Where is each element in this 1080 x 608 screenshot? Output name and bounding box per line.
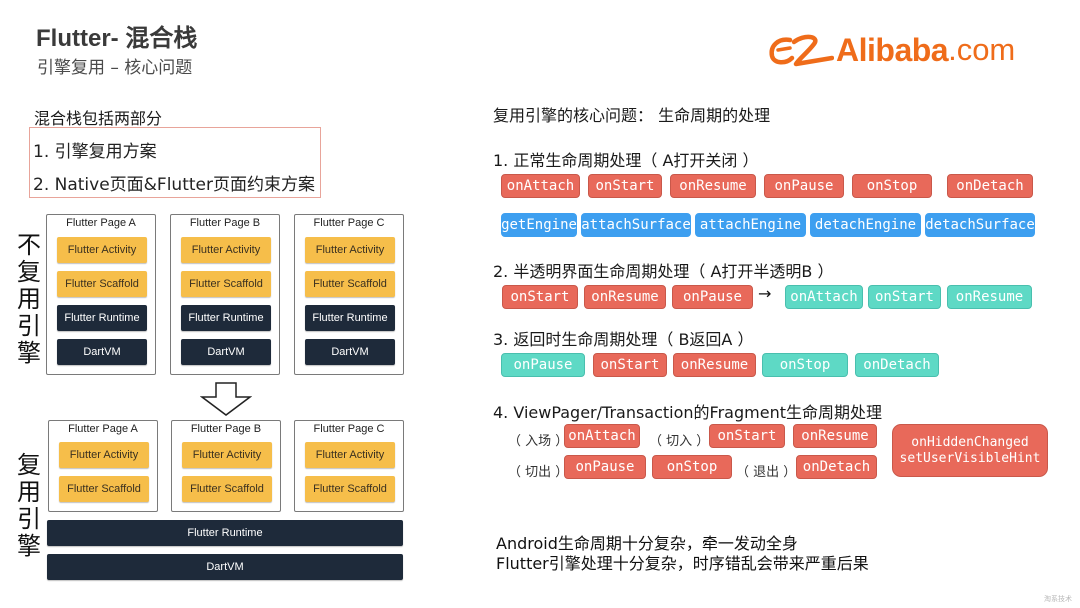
engine-chip: detachSurface xyxy=(925,213,1035,237)
layer-runtime: Flutter Runtime xyxy=(305,305,395,331)
layer-activity: Flutter Activity xyxy=(182,442,272,468)
label-char: 擎 xyxy=(17,532,41,560)
lifecycle-chip: onResume xyxy=(947,285,1032,309)
page-title: Flutter Page C xyxy=(313,217,385,229)
lifecycle-chip: onStop xyxy=(652,455,732,479)
slide-title: Flutter- 混合栈 xyxy=(36,25,198,52)
engine-chip: attachSurface xyxy=(581,213,691,237)
shared-dartvm: DartVM xyxy=(47,554,403,580)
layer-activity: Flutter Activity xyxy=(57,237,147,263)
page-title: Flutter Page A xyxy=(66,217,136,229)
label-char: 不 xyxy=(17,231,41,259)
shared-runtime: Flutter Runtime xyxy=(47,520,403,546)
label-char: 用 xyxy=(17,285,41,313)
logo-tld: .com xyxy=(948,32,1016,67)
label-char: 擎 xyxy=(17,339,41,367)
section-1-title: 1. 正常生命周期处理（ A打开关闭 ） xyxy=(493,151,759,170)
layer-activity: Flutter Activity xyxy=(305,237,395,263)
lifecycle-chip: onStart xyxy=(868,285,941,309)
layer-runtime: Flutter Runtime xyxy=(181,305,271,331)
page-box-c: Flutter Page C Flutter Activity Flutter … xyxy=(294,214,404,375)
left-heading: 混合栈包括两部分 xyxy=(34,109,163,128)
engine-chip: getEngine xyxy=(501,213,577,237)
summary-line: Flutter引擎处理十分复杂，时序错乱会带来严重后果 xyxy=(496,554,869,573)
lifecycle-chip: onPause xyxy=(501,353,585,377)
lifecycle-chip: onStart xyxy=(593,353,667,377)
lifecycle-chip: onDetach xyxy=(947,174,1033,198)
page-title: Flutter Page C xyxy=(313,423,385,435)
page-title: Flutter Page A xyxy=(68,423,138,435)
layer-dartvm: DartVM xyxy=(181,339,271,365)
layer-activity: Flutter Activity xyxy=(59,442,149,468)
slide-subtitle: 引擎复用 – 核心问题 xyxy=(37,58,193,78)
logo-brand: Alibaba xyxy=(836,31,949,68)
extra-line: onHiddenChanged xyxy=(911,434,1029,450)
lifecycle-chip: onPause xyxy=(672,285,753,309)
no-reuse-label: 不 复 用 引 擎 xyxy=(15,232,43,367)
lifecycle-chip: onStop xyxy=(852,174,932,198)
section-3-title: 3. 返回时生命周期处理（ B返回A ） xyxy=(493,330,754,349)
page-box-b: Flutter Page B Flutter Activity Flutter … xyxy=(171,420,281,512)
page-box-b: Flutter Page B Flutter Activity Flutter … xyxy=(170,214,280,375)
label-char: 复 xyxy=(17,258,41,286)
label-char: 复 xyxy=(17,451,41,479)
lifecycle-chip: onAttach xyxy=(501,174,580,198)
layer-scaffold: Flutter Scaffold xyxy=(305,476,395,502)
lifecycle-chip: onStart xyxy=(709,424,785,448)
right-heading: 复用引擎的核心问题： 生命周期的处理 xyxy=(493,106,771,125)
lifecycle-chip: onAttach xyxy=(564,424,640,448)
layer-scaffold: Flutter Scaffold xyxy=(305,271,395,297)
engine-chip: detachEngine xyxy=(810,213,921,237)
page-box-c: Flutter Page C Flutter Activity Flutter … xyxy=(294,420,404,512)
section-2-title: 2. 半透明界面生命周期处理（ A打开半透明B ） xyxy=(493,262,834,281)
plan-item: 1. 引擎复用方案 xyxy=(33,142,157,162)
lifecycle-chip: onResume xyxy=(673,353,756,377)
extra-line: setUserVisibleHint xyxy=(899,450,1041,466)
lifecycle-chip: onResume xyxy=(584,285,666,309)
lifecycle-chip: onResume xyxy=(670,174,756,198)
layer-scaffold: Flutter Scaffold xyxy=(57,271,147,297)
lifecycle-chip: onResume xyxy=(793,424,877,448)
page-box-a: Flutter Page A Flutter Activity Flutter … xyxy=(46,214,156,375)
plan-list: 1. 引擎复用方案 2. Native页面&Flutter页面约束方案 xyxy=(29,127,321,198)
exit-label: （ 退出 ） xyxy=(736,465,797,480)
cut-in-label: （ 切入 ） xyxy=(649,434,710,449)
engine-chip: attachEngine xyxy=(695,213,806,237)
label-char: 用 xyxy=(17,478,41,506)
page-box-a: Flutter Page A Flutter Activity Flutter … xyxy=(48,420,158,512)
lifecycle-chip: onStart xyxy=(502,285,578,309)
layer-scaffold: Flutter Scaffold xyxy=(181,271,271,297)
enter-label: （ 入场 ） xyxy=(508,434,569,449)
alibaba-logo: Alibaba .com xyxy=(768,28,1015,72)
page-title: Flutter Page B xyxy=(189,217,261,229)
layer-activity: Flutter Activity xyxy=(181,237,271,263)
layer-scaffold: Flutter Scaffold xyxy=(182,476,272,502)
layer-activity: Flutter Activity xyxy=(305,442,395,468)
alibaba-smile-icon xyxy=(769,34,834,67)
page-title: Flutter Page B xyxy=(190,423,262,435)
plan-item: 2. Native页面&Flutter页面约束方案 xyxy=(33,175,315,195)
lifecycle-chip: onStop xyxy=(762,353,848,377)
watermark: 淘系技术 xyxy=(1044,595,1072,603)
label-char: 引 xyxy=(17,505,41,533)
label-char: 引 xyxy=(17,312,41,340)
fragment-extra-chip: onHiddenChanged setUserVisibleHint xyxy=(892,424,1048,477)
lifecycle-chip: onAttach xyxy=(785,285,863,309)
layer-scaffold: Flutter Scaffold xyxy=(59,476,149,502)
lifecycle-chip: onDetach xyxy=(855,353,939,377)
section-4-title: 4. ViewPager/Transaction的Fragment生命周期处理 xyxy=(493,403,882,422)
reuse-label: 复 用 引 擎 xyxy=(15,452,43,560)
lifecycle-chip: onPause xyxy=(764,174,844,198)
layer-dartvm: DartVM xyxy=(305,339,395,365)
layer-dartvm: DartVM xyxy=(57,339,147,365)
arrow-right-icon: → xyxy=(758,284,772,303)
lifecycle-chip: onPause xyxy=(564,455,646,479)
lifecycle-chip: onStart xyxy=(588,174,662,198)
lifecycle-chip: onDetach xyxy=(796,455,877,479)
cut-out-label: （ 切出 ） xyxy=(508,465,569,480)
down-arrow-icon xyxy=(200,382,252,416)
layer-runtime: Flutter Runtime xyxy=(57,305,147,331)
